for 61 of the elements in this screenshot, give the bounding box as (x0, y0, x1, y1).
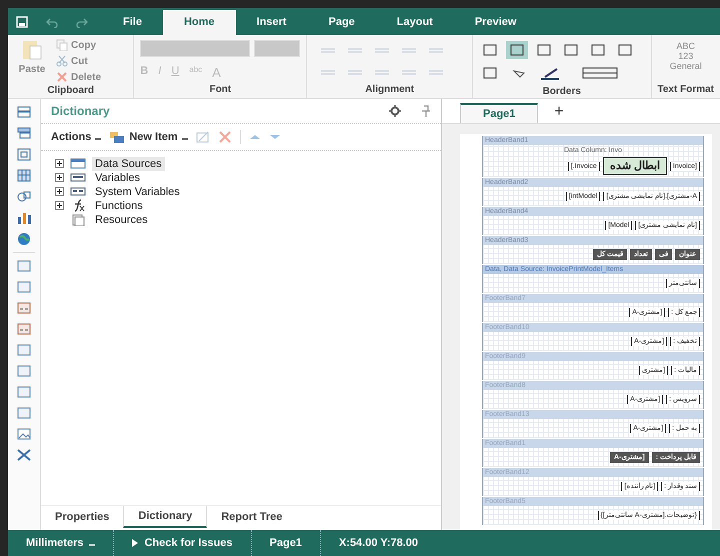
actions-menu[interactable]: Actions (51, 131, 102, 143)
page-header-icon[interactable] (16, 258, 32, 274)
report-text-field[interactable]: ابطال شده (602, 157, 667, 175)
scissors-icon (56, 55, 68, 67)
panel-tab[interactable]: Dictionary (123, 506, 208, 528)
expand-icon[interactable] (55, 201, 64, 210)
header-icon[interactable] (16, 279, 32, 295)
ribbon-tab[interactable]: Page (307, 10, 376, 35)
expand-icon[interactable] (55, 159, 64, 168)
new-item-icon (109, 130, 126, 144)
ribbon-tab[interactable]: Layout (376, 10, 454, 35)
ribbon-tab[interactable]: File (102, 10, 163, 35)
add-page-button[interactable]: + (550, 103, 568, 123)
group-title: Alignment (364, 84, 416, 97)
page-indicator: Page1 (252, 530, 321, 556)
panel-tab[interactable]: Report Tree (207, 506, 296, 528)
ribbon-tab[interactable]: Home (162, 10, 236, 35)
group-title: Clipboard (46, 85, 95, 98)
group-title: Borders (542, 86, 582, 98)
undo-icon[interactable] (46, 16, 58, 28)
expand-icon[interactable] (55, 173, 64, 182)
image-icon[interactable] (16, 426, 32, 442)
settings-icon[interactable] (389, 105, 401, 117)
band-icon[interactable] (16, 342, 32, 358)
panel-tab[interactable]: Properties (41, 506, 124, 528)
tree-item[interactable]: Functions (92, 198, 146, 212)
copy-icon (56, 39, 68, 51)
cross-band-icon[interactable] (16, 147, 32, 163)
cursor-position: X:54.00 Y:78.00 (338, 536, 420, 551)
bar-chart-icon[interactable] (16, 210, 32, 226)
group-title: Text Format (658, 84, 714, 97)
panel-icon[interactable] (16, 384, 32, 400)
band-icon[interactable] (16, 363, 32, 379)
globe-icon[interactable] (16, 231, 32, 247)
table-icon[interactable] (16, 168, 32, 184)
text-icon[interactable] (16, 321, 32, 337)
tree-item[interactable]: Resources (92, 212, 151, 226)
pin-icon[interactable] (421, 105, 431, 117)
tree-item[interactable]: Data Sources (92, 156, 165, 170)
resources-icon (70, 213, 86, 226)
table-icon (70, 157, 86, 170)
cross-icon (56, 71, 68, 83)
check-issues-button[interactable]: Check for Issues (114, 530, 252, 556)
redo-icon[interactable] (76, 16, 88, 28)
variable-icon (70, 185, 86, 198)
group-title: Font (208, 84, 232, 97)
text-icon[interactable] (16, 300, 32, 316)
expand-icon[interactable] (55, 187, 64, 196)
tree-item[interactable]: Variables (92, 170, 144, 184)
ribbon-tab[interactable]: Preview (454, 10, 538, 35)
panel-title: Dictionary (51, 104, 111, 118)
ribbon-tab[interactable]: Insert (236, 10, 308, 35)
play-icon (132, 539, 138, 547)
tree-item[interactable]: System Variables (92, 184, 183, 198)
text-icon[interactable] (16, 405, 32, 421)
variable-icon (70, 171, 86, 184)
new-item-menu[interactable]: New Item (109, 130, 188, 144)
page-tab[interactable]: Page1 (460, 103, 538, 123)
save-icon[interactable] (16, 16, 28, 28)
tools-icon[interactable] (16, 447, 32, 463)
units-menu[interactable]: Millimeters (8, 530, 114, 556)
